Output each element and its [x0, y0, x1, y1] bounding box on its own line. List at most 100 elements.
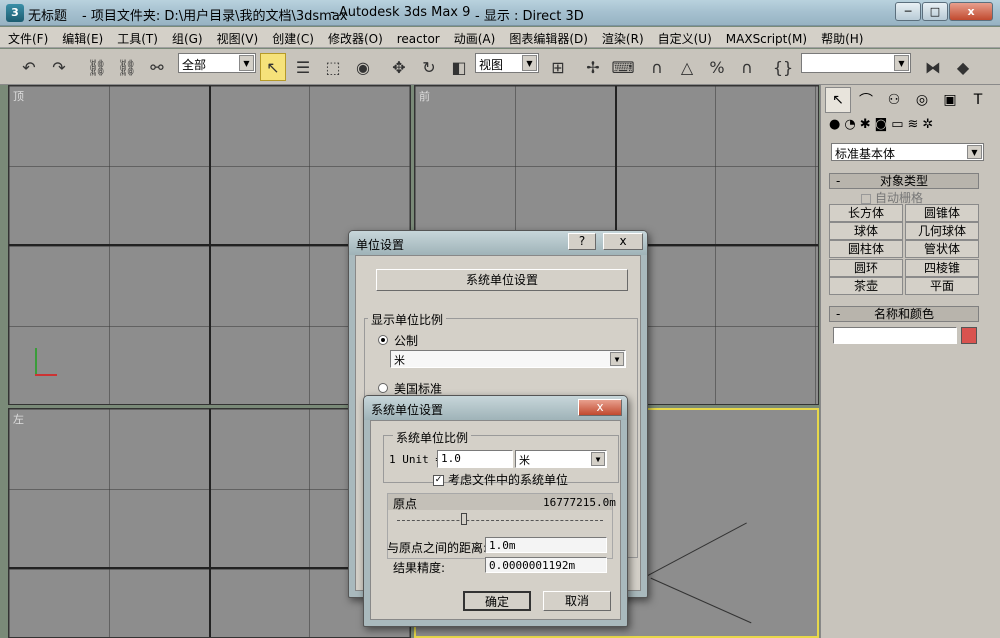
keyboard-shortcut-icon[interactable]: ⌨ — [610, 53, 636, 81]
pivot-center-icon[interactable]: ⊞ — [545, 53, 571, 81]
spinner-snap-icon[interactable]: ∩ — [734, 53, 760, 81]
system-unit-setup-dialog: 系统单位设置 x 系统单位比例 1 Unit = 1.0 米 ▼ ✓ 考虑文件中的… — [363, 395, 628, 627]
menu-edit[interactable]: 编辑(E) — [54, 27, 109, 47]
metric-unit-dropdown[interactable]: 米 ▼ — [390, 350, 626, 368]
menu-help[interactable]: 帮助(H) — [813, 27, 869, 47]
viewport-label-top[interactable]: 顶 — [13, 88, 24, 104]
name-color-title: 名称和颜色 — [873, 307, 934, 321]
select-by-name-icon[interactable]: ☰ — [290, 53, 316, 81]
select-move-icon[interactable]: ✥ — [386, 53, 412, 81]
unit-value-input[interactable]: 1.0 — [437, 450, 513, 468]
object-type-rollout-header[interactable]: - 对象类型 — [829, 173, 979, 189]
window-crossing-icon[interactable]: ◉ — [350, 53, 376, 81]
unit-name-dropdown[interactable]: 米 ▼ — [515, 450, 607, 468]
unlink-icon[interactable]: ⛓ — [114, 53, 140, 81]
menu-views[interactable]: 视图(V) — [209, 27, 265, 47]
cylinder-button[interactable]: 圆柱体 — [829, 240, 903, 258]
distance-input[interactable]: 1.0m — [485, 537, 607, 553]
menu-reactor[interactable]: reactor — [389, 29, 446, 46]
close-button[interactable]: x — [949, 2, 993, 21]
viewport-label-left[interactable]: 左 — [13, 411, 24, 427]
named-selection-dropdown[interactable]: ▼ — [801, 53, 911, 73]
create-tab-icon[interactable]: ↖ — [825, 87, 851, 113]
sphere-button[interactable]: 球体 — [829, 222, 903, 240]
system-unit-setup-button[interactable]: 系统单位设置 — [376, 269, 628, 291]
maximize-button[interactable]: □ — [922, 2, 948, 21]
display-tab-icon[interactable]: ▣ — [937, 87, 963, 113]
viewport-label-front[interactable]: 前 — [419, 88, 430, 104]
project-folder-text: - 项目文件夹: D:\用户目录\我的文档\3dsmax — [82, 9, 348, 24]
object-color-swatch[interactable] — [961, 327, 977, 344]
systems-icon[interactable]: ✲ — [922, 117, 933, 137]
select-manipulate-icon[interactable]: ✢ — [580, 53, 606, 81]
geosphere-button[interactable]: 几何球体 — [905, 222, 979, 240]
grid-axis — [209, 409, 211, 637]
cameras-icon[interactable]: ◙ — [875, 117, 888, 137]
bind-space-warp-icon[interactable]: ⚯ — [144, 53, 170, 81]
align-icon[interactable]: ◆ — [950, 53, 976, 81]
selection-filter-dropdown[interactable]: 全部 ▼ — [178, 53, 256, 73]
primitive-type-dropdown[interactable]: 标准基本体 ▼ — [831, 143, 984, 161]
cancel-button[interactable]: 取消 — [543, 591, 611, 611]
dialog-close-button[interactable]: x — [603, 233, 643, 250]
motion-tab-icon[interactable]: ◎ — [909, 87, 935, 113]
window-titlebar: 3 无标题 - 项目文件夹: D:\用户目录\我的文档\3dsmax - Aut… — [0, 0, 1000, 26]
box-button[interactable]: 长方体 — [829, 204, 903, 222]
create-category-bar: ● ◔ ✱ ◙ ▭ ≋ ✲ — [829, 117, 997, 137]
menu-modifiers[interactable]: 修改器(O) — [320, 27, 389, 47]
mirror-icon[interactable]: ⧓ — [920, 53, 946, 81]
select-object-icon[interactable]: ↖ — [260, 53, 286, 81]
menu-rendering[interactable]: 渲染(R) — [594, 27, 650, 47]
hierarchy-tab-icon[interactable]: ⚇ — [881, 87, 907, 113]
utilities-tab-icon[interactable]: T — [965, 87, 991, 113]
space-warps-icon[interactable]: ≋ — [908, 117, 919, 137]
angle-snap-icon[interactable]: △ — [674, 53, 700, 81]
snap-toggle-icon[interactable]: ∩ — [644, 53, 670, 81]
percent-snap-icon[interactable]: % — [704, 53, 730, 81]
select-scale-icon[interactable]: ◧ — [446, 53, 472, 81]
ok-button[interactable]: 确定 — [463, 591, 531, 611]
origin-slider-track[interactable] — [397, 520, 603, 521]
ref-coord-dropdown[interactable]: 视图 ▼ — [475, 53, 539, 73]
shapes-icon[interactable]: ◔ — [844, 117, 855, 137]
selection-filter-value: 全部 — [182, 58, 207, 72]
metric-radio[interactable] — [378, 335, 388, 345]
torus-button[interactable]: 圆环 — [829, 259, 903, 277]
lights-icon[interactable]: ✱ — [860, 117, 871, 137]
menu-customize[interactable]: 自定义(U) — [650, 27, 718, 47]
modify-tab-icon[interactable]: ⌒ — [853, 87, 879, 113]
menu-create[interactable]: 创建(C) — [264, 27, 320, 47]
menu-graph-editors[interactable]: 图表编辑器(D) — [501, 27, 594, 47]
object-name-input[interactable] — [833, 327, 957, 344]
dialog-body: 系统单位比例 1 Unit = 1.0 米 ▼ ✓ 考虑文件中的系统单位 原点 1… — [370, 420, 621, 620]
plane-button[interactable]: 平面 — [905, 277, 979, 295]
help-button[interactable]: ? — [568, 233, 596, 250]
minimize-button[interactable]: ─ — [895, 2, 921, 21]
menu-animation[interactable]: 动画(A) — [446, 27, 502, 47]
select-rotate-icon[interactable]: ↻ — [416, 53, 442, 81]
origin-slider-handle[interactable] — [461, 513, 467, 525]
consider-files-checkbox[interactable]: ✓ 考虑文件中的系统单位 — [433, 471, 568, 488]
menu-maxscript[interactable]: MAXScript(M) — [718, 29, 813, 46]
select-link-icon[interactable]: ⛓ — [84, 53, 110, 81]
redo-icon[interactable]: ↷ — [46, 53, 72, 81]
edit-named-selection-icon[interactable]: {} — [770, 53, 796, 81]
accuracy-label: 结果精度: — [393, 561, 446, 575]
distance-label: 与原点之间的距离: — [387, 541, 488, 555]
helpers-icon[interactable]: ▭ — [891, 117, 903, 137]
cone-button[interactable]: 圆锥体 — [905, 204, 979, 222]
us-standard-radio[interactable] — [378, 383, 388, 393]
menu-group[interactable]: 组(G) — [164, 27, 209, 47]
name-color-rollout-header[interactable]: - 名称和颜色 — [829, 306, 979, 322]
y-axis-icon — [35, 348, 37, 374]
pyramid-button[interactable]: 四棱锥 — [905, 259, 979, 277]
dialog-close-button[interactable]: x — [578, 399, 622, 416]
rect-selection-icon[interactable]: ⬚ — [320, 53, 346, 81]
undo-icon[interactable]: ↶ — [16, 53, 42, 81]
menu-file[interactable]: 文件(F) — [0, 27, 54, 47]
menu-tools[interactable]: 工具(T) — [109, 27, 164, 47]
consider-files-label: 考虑文件中的系统单位 — [448, 473, 569, 487]
geometry-icon[interactable]: ● — [829, 117, 840, 137]
tube-button[interactable]: 管状体 — [905, 240, 979, 258]
teapot-button[interactable]: 茶壶 — [829, 277, 903, 295]
